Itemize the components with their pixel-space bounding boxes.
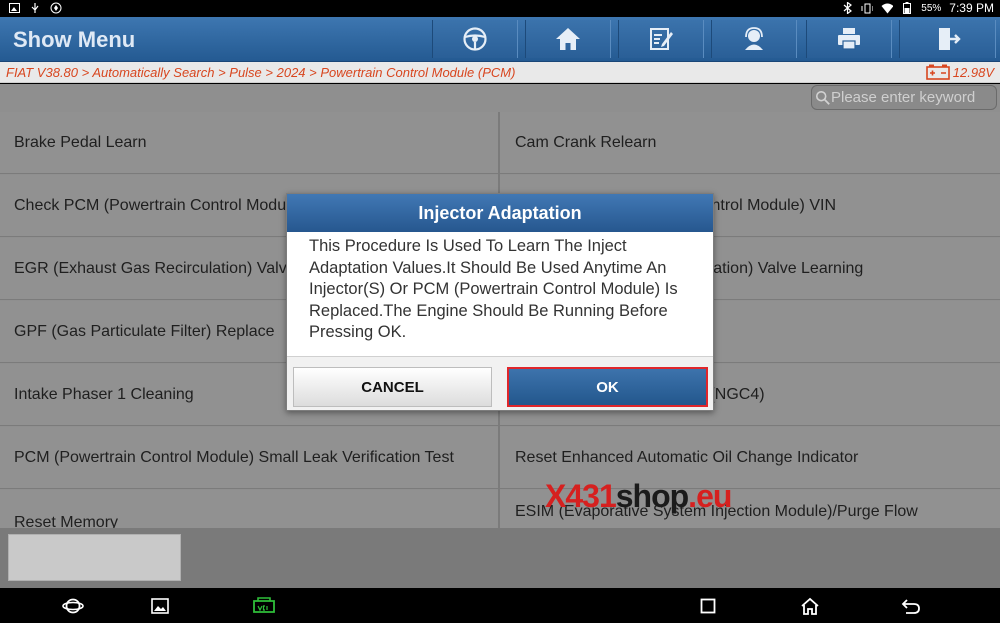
bottom-action-slot[interactable]: [8, 534, 181, 581]
diagnose-button[interactable]: [432, 20, 518, 58]
watermark-shop: shop: [615, 478, 689, 514]
function-item-brake-pedal-learn[interactable]: Brake Pedal Learn: [0, 112, 498, 174]
clock: 7:39 PM: [949, 1, 994, 15]
function-item-cam-crank-relearn[interactable]: Cam Crank Relearn: [500, 112, 1000, 174]
status-bar: 55% 7:39 PM: [0, 0, 1000, 17]
gallery-icon: [151, 598, 169, 614]
dialog-message: This Procedure Is Used To Learn The Inje…: [309, 237, 678, 341]
app-notification-icon: [50, 2, 62, 14]
vci-nav-button[interactable]: [250, 595, 278, 617]
dialog-title: Injector Adaptation: [287, 194, 713, 232]
cancel-button[interactable]: CANCEL: [293, 367, 492, 407]
breadcrumb-bar: FIAT V38.80 > Automatically Search > Pul…: [0, 62, 1000, 83]
battery-voltage: 12.98V: [925, 64, 994, 80]
watermark-x431: X431: [545, 478, 617, 514]
image-notification-icon: [8, 2, 20, 14]
exit-button[interactable]: [899, 20, 996, 58]
bottom-bar: [0, 528, 1000, 588]
page-title: Show Menu: [13, 27, 136, 52]
browser-nav-button[interactable]: [62, 595, 84, 617]
breadcrumb: FIAT V38.80 > Automatically Search > Pul…: [6, 65, 516, 80]
exit-icon: [938, 28, 961, 50]
edit-icon: [650, 28, 673, 50]
print-icon: [838, 28, 860, 50]
back-nav-button[interactable]: [900, 595, 922, 617]
planet-icon: [62, 598, 84, 614]
car-battery-icon: [925, 64, 950, 80]
steering-wheel-icon: [463, 27, 487, 51]
ok-button[interactable]: OK: [507, 367, 708, 407]
edit-button[interactable]: [618, 20, 704, 58]
wifi-icon: [881, 2, 894, 14]
home-button[interactable]: [525, 20, 611, 58]
home-outline-icon: [801, 597, 819, 615]
watermark-eu: .eu: [688, 478, 732, 514]
gallery-nav-button[interactable]: [149, 595, 171, 617]
home-nav-button[interactable]: [799, 595, 821, 617]
android-nav-bar: [0, 588, 1000, 623]
search-row: [0, 84, 1000, 112]
user-support-icon: [745, 27, 763, 50]
print-button[interactable]: [806, 20, 892, 58]
search-icon: [815, 90, 830, 105]
back-icon: [901, 599, 920, 614]
usb-icon: [29, 2, 41, 14]
search-box: [811, 85, 997, 110]
dialog-button-row: CANCEL OK: [287, 356, 713, 410]
vibrate-icon: [861, 2, 874, 14]
square-icon: [700, 598, 716, 614]
recents-nav-button[interactable]: [697, 595, 719, 617]
injector-adaptation-dialog: Injector Adaptation This Procedure Is Us…: [286, 193, 714, 411]
vci-icon: [253, 597, 275, 613]
battery-percent: 55%: [921, 2, 942, 14]
function-item-reset-memory[interactable]: Reset Memory: [0, 490, 498, 528]
support-button[interactable]: [711, 20, 797, 58]
home-icon: [556, 28, 580, 50]
watermark-logo: X431shop.eu: [545, 478, 732, 515]
bluetooth-icon: [841, 2, 853, 14]
function-item-small-leak-test[interactable]: PCM (Powertrain Control Module) Small Le…: [0, 427, 498, 489]
voltage-value: 12.98V: [952, 64, 994, 80]
battery-icon: [901, 2, 913, 14]
search-input[interactable]: [831, 86, 996, 109]
app-header: Show Menu: [0, 17, 1000, 62]
